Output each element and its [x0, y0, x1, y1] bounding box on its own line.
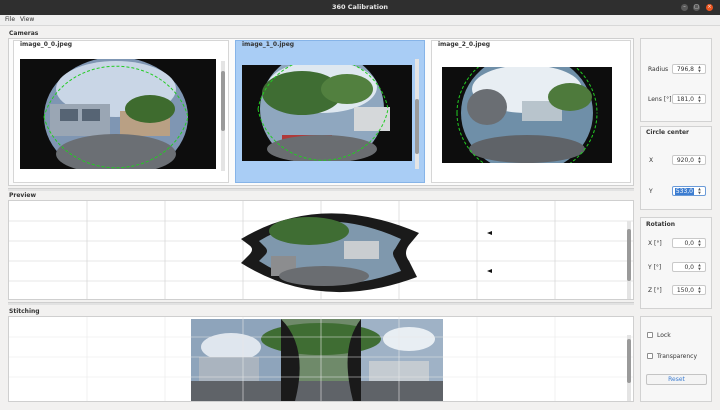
lens-label: Lens [°]: [648, 96, 672, 103]
center-y-value[interactable]: 533,0: [674, 188, 694, 195]
rotation-x-label: X [°]: [648, 240, 662, 247]
camera-scrollbar[interactable]: [221, 61, 225, 171]
center-y-label: Y: [649, 188, 653, 195]
menu-bar: File View: [0, 15, 720, 26]
camera-name: image_0_0.jpeg: [20, 41, 73, 48]
spin-down-icon[interactable]: ▼: [698, 243, 701, 247]
center-x-label: X: [649, 157, 654, 164]
camera-image-2: [442, 67, 612, 163]
scrollbar-thumb[interactable]: [627, 339, 631, 383]
spin-arrows[interactable]: ▲ ▼: [696, 156, 703, 165]
spin-arrows[interactable]: ▲ ▼: [696, 187, 703, 196]
center-x-value: 920,0: [676, 157, 694, 164]
center-x-spinbox[interactable]: 920,0 ▲ ▼: [672, 155, 706, 165]
menu-file[interactable]: File: [5, 16, 15, 23]
rotation-x-value: 0,0: [684, 240, 694, 247]
preview-stitching-splitter[interactable]: [8, 302, 634, 305]
stitching-view[interactable]: [8, 316, 634, 402]
maximize-button[interactable]: □: [693, 4, 700, 11]
scrollbar-thumb[interactable]: [627, 229, 631, 281]
camera-name: image_2_0.jpeg: [438, 41, 491, 48]
camera-name: image_1_0.jpeg: [242, 41, 295, 48]
radius-spinbox[interactable]: 796,8 ▲ ▼: [672, 64, 706, 74]
center-y-spinbox[interactable]: 533,0 ▲ ▼: [672, 186, 706, 196]
spin-arrows[interactable]: ▲ ▼: [696, 286, 703, 295]
spin-down-icon[interactable]: ▼: [698, 69, 701, 73]
close-icon: ×: [707, 4, 712, 10]
rotation-z-value: 150,0: [676, 287, 694, 294]
reset-button[interactable]: Reset: [646, 374, 707, 385]
lock-checkbox[interactable]: [647, 332, 653, 338]
camera-scrollbar[interactable]: [415, 59, 419, 169]
camera-image-0: [20, 59, 216, 169]
camera-card-1[interactable]: image_1_0.jpeg: [235, 40, 425, 183]
spin-arrows[interactable]: ▲ ▼: [696, 65, 703, 74]
rotation-y-value: 0,0: [684, 264, 694, 271]
minimize-button[interactable]: –: [681, 4, 688, 11]
preview-view[interactable]: [8, 200, 634, 300]
rotation-x-spinbox[interactable]: 0,0 ▲ ▼: [672, 238, 706, 248]
spin-arrows[interactable]: ▲ ▼: [696, 95, 703, 104]
radius-value: 796,8: [676, 66, 694, 73]
preview-label: Preview: [9, 192, 37, 199]
rotation-y-label: Y [°]: [648, 264, 662, 271]
maximize-icon: □: [694, 4, 699, 10]
stitching-label: Stitching: [9, 308, 40, 315]
spin-arrows[interactable]: ▲ ▼: [696, 263, 703, 272]
rotation-z-label: Z [°]: [648, 287, 662, 294]
title-bar: 360 Calibration – □ ×: [0, 0, 720, 15]
close-button[interactable]: ×: [706, 4, 713, 11]
camera-image-1: [242, 65, 412, 161]
rotation-y-spinbox[interactable]: 0,0 ▲ ▼: [672, 262, 706, 272]
spin-down-icon[interactable]: ▼: [698, 267, 701, 271]
circle-center-title: Circle center: [646, 129, 689, 136]
radius-label: Radius: [648, 66, 669, 73]
menu-view[interactable]: View: [20, 16, 34, 23]
lens-settings-group: [640, 38, 712, 122]
spin-down-icon[interactable]: ▼: [698, 290, 701, 294]
spin-down-icon[interactable]: ▼: [698, 160, 701, 164]
scrollbar-thumb[interactable]: [415, 99, 419, 154]
window-title: 360 Calibration: [331, 3, 389, 11]
lens-value: 181,0: [676, 96, 694, 103]
lens-spinbox[interactable]: 181,0 ▲ ▼: [672, 94, 706, 104]
spin-arrows[interactable]: ▲ ▼: [696, 239, 703, 248]
scrollbar-thumb[interactable]: [221, 71, 225, 131]
spin-down-icon[interactable]: ▼: [698, 99, 701, 103]
stitching-scrollbar[interactable]: [627, 335, 631, 401]
camera-card-2[interactable]: image_2_0.jpeg: [431, 40, 631, 183]
circle-center-group: [640, 126, 712, 210]
preview-scrollbar[interactable]: [627, 221, 631, 299]
camera-card-0[interactable]: image_0_0.jpeg: [13, 40, 229, 183]
lock-label[interactable]: Lock: [657, 332, 671, 339]
minimize-icon: –: [683, 4, 686, 10]
transparency-label[interactable]: Transparency: [657, 353, 697, 360]
cameras-preview-splitter[interactable]: [8, 188, 634, 191]
spin-down-icon[interactable]: ▼: [698, 191, 701, 195]
cameras-label: Cameras: [9, 30, 39, 37]
rotation-z-spinbox[interactable]: 150,0 ▲ ▼: [672, 285, 706, 295]
transparency-checkbox[interactable]: [647, 353, 653, 359]
rotation-title: Rotation: [646, 221, 675, 228]
cameras-panel: image_0_0.jpeg image_1_0.jpeg image_2_0.…: [8, 38, 634, 186]
